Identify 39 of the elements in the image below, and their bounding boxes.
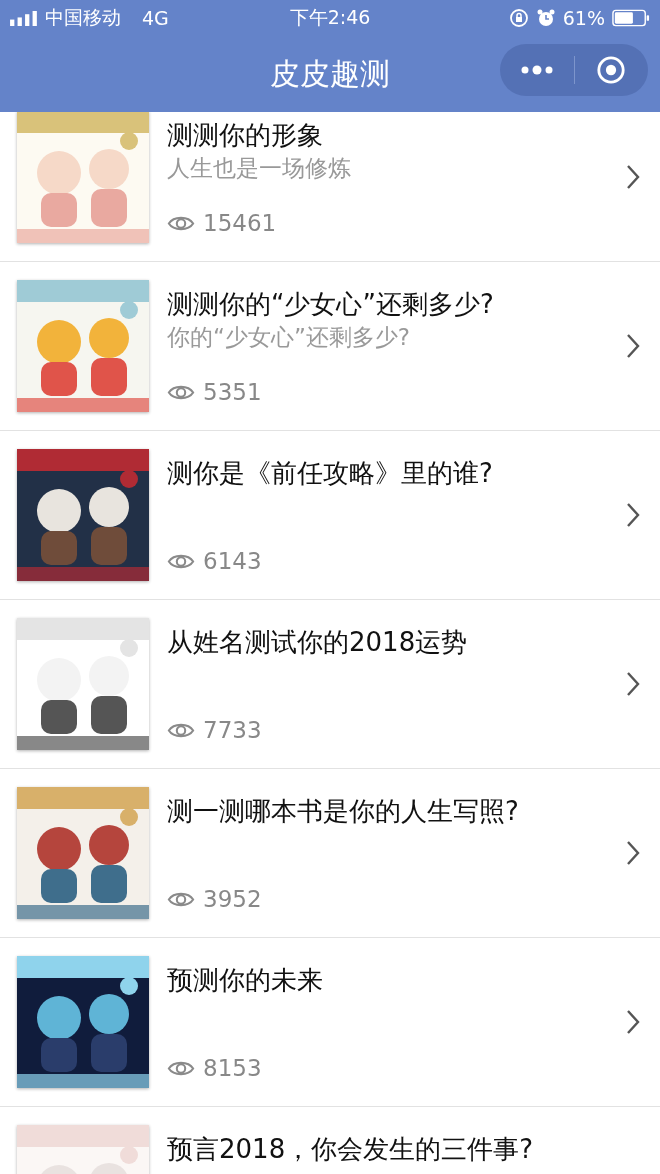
view-count: 5351 [203,379,262,405]
quiz-item[interactable]: 测一测哪本书是你的人生写照? 3952 [0,769,660,938]
quiz-title: 测一测哪本书是你的人生写照? [167,795,520,828]
status-time: 下午2:46 [289,5,371,30]
quiz-title: 从姓名测试你的2018运势 [167,626,469,659]
quiz-title: 预言2018，你会发生的三件事? [167,1133,534,1166]
chevron-right-icon [626,1009,640,1035]
quiz-subtitle: 你的“少女心”还剩多少? [167,323,412,352]
view-count: 3952 [203,886,262,912]
quiz-item[interactable]: 预测你的未来 8153 [0,938,660,1107]
quiz-item[interactable]: 测测你的“少女心”还剩多少? 你的“少女心”还剩多少? 5351 [0,262,660,431]
view-count: 6143 [203,548,262,574]
network-type: 4G [142,7,169,29]
signal-icon [10,10,38,26]
quiz-title: 测测你的形象 [167,119,324,152]
view-count: 8153 [203,1055,262,1081]
quiz-title: 测测你的“少女心”还剩多少? [167,288,495,321]
quiz-title: 测你是《前任攻略》里的谁? [167,457,494,490]
quiz-item[interactable]: 预言2018，你会发生的三件事? [0,1107,660,1174]
chevron-right-icon [626,333,640,359]
quiz-item[interactable]: 测测你的形象 人生也是一场修炼 15461 [0,112,660,262]
chevron-right-icon [626,840,640,866]
chevron-right-icon [626,164,640,190]
alarm-icon [535,8,556,28]
more-icon [519,65,554,75]
target-icon [596,55,627,85]
chevron-right-icon [626,671,640,697]
quiz-title: 预测你的未来 [167,964,324,997]
quiz-item[interactable]: 从姓名测试你的2018运势 7733 [0,600,660,769]
quiz-subtitle: 人生也是一场修炼 [167,154,352,183]
page-title: 皮皮趣测 [270,54,390,93]
chevron-right-icon [626,502,640,528]
view-count: 7733 [203,717,262,743]
quiz-item[interactable]: 测你是《前任攻略》里的谁? 6143 [0,431,660,600]
battery-percent: 61% [562,7,605,29]
view-count: 15461 [203,210,277,236]
carrier-name: 中国移动 [45,5,121,30]
battery-icon [612,9,650,27]
rotation-lock-icon [508,8,529,28]
